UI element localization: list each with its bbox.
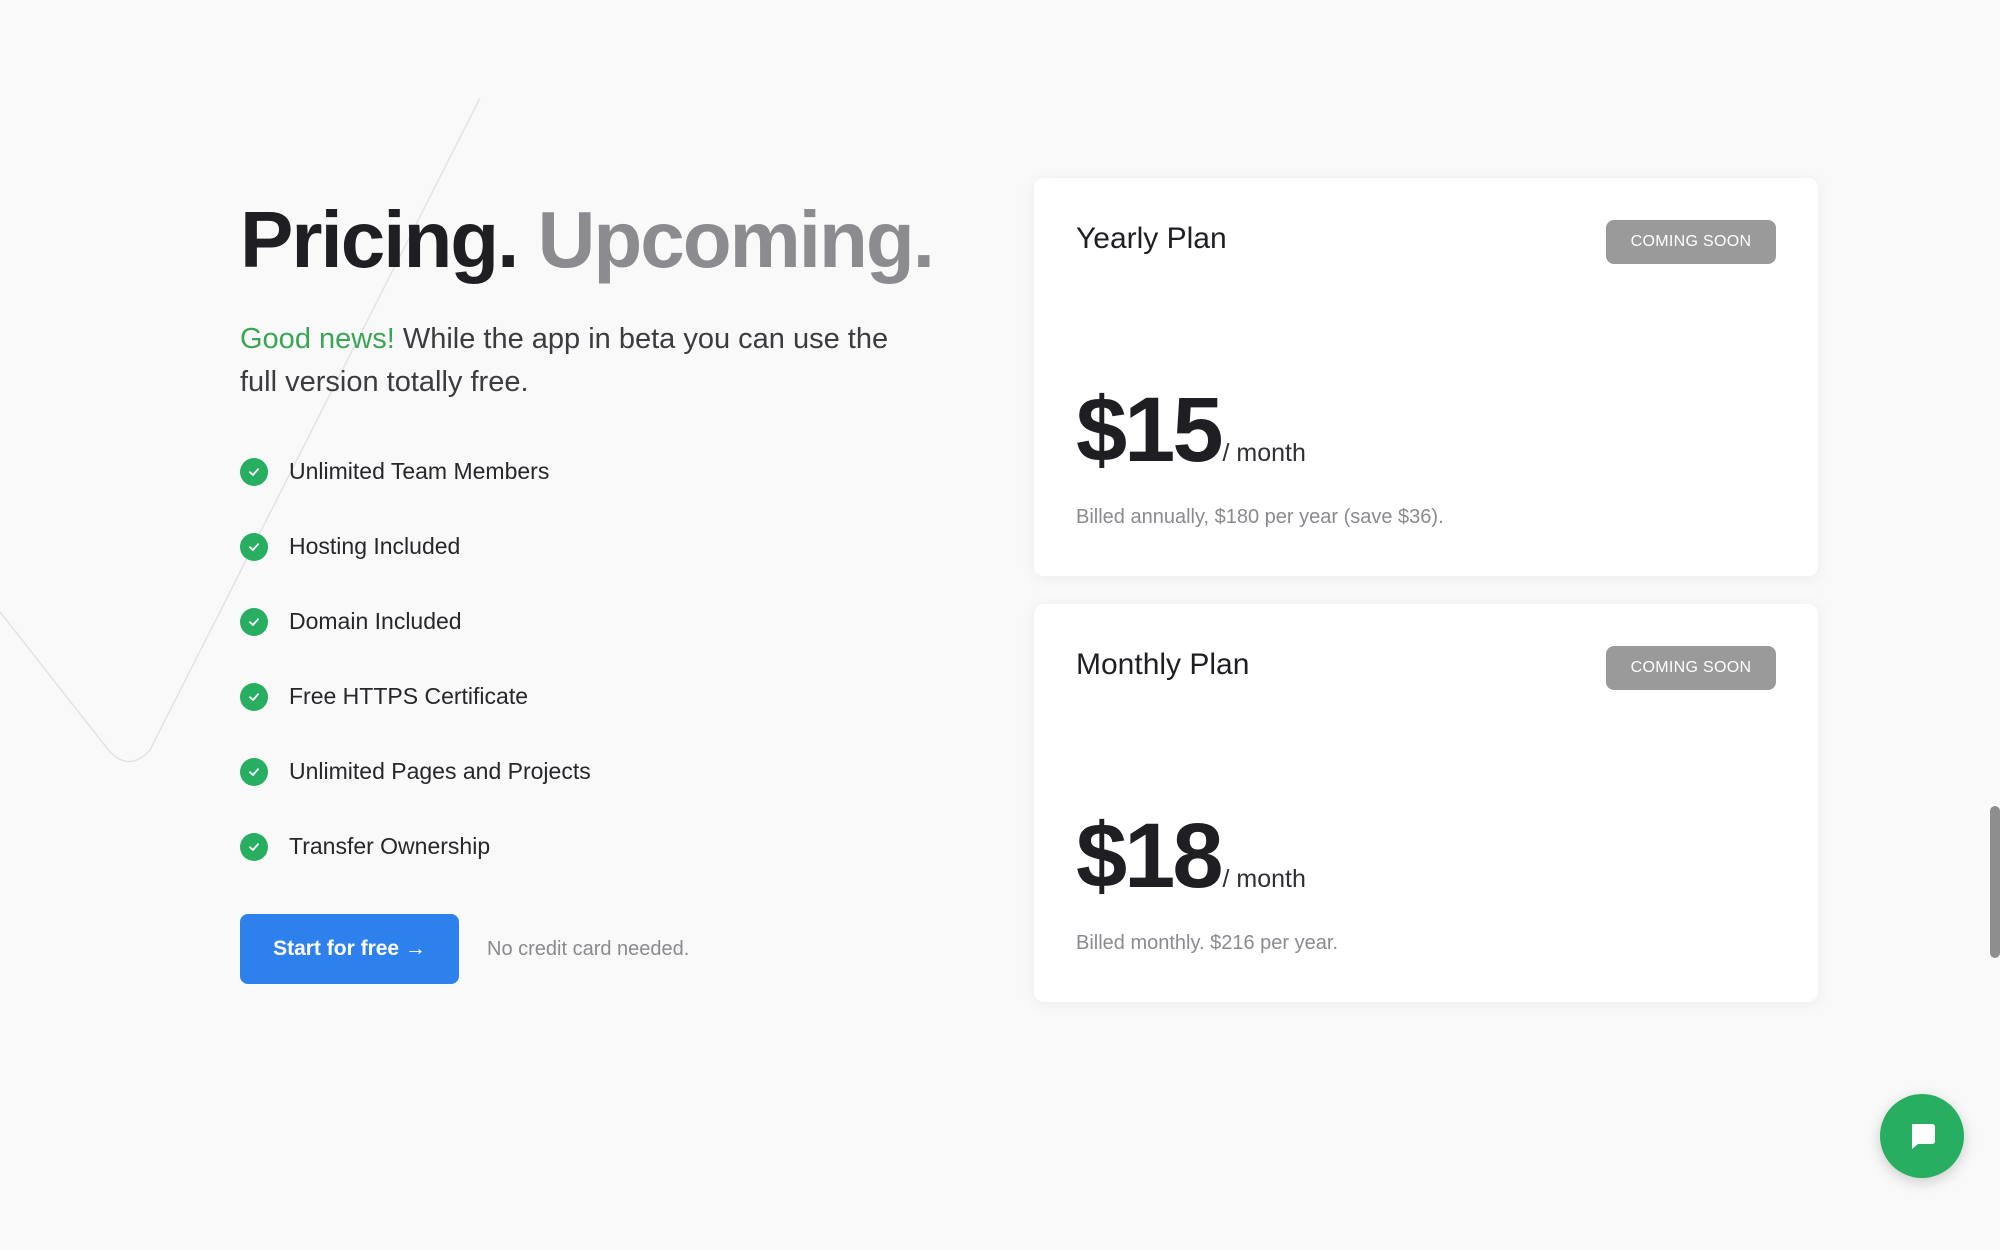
feature-label: Transfer Ownership	[289, 833, 491, 859]
plan-name: Yearly Plan	[1076, 222, 1227, 255]
feature-list: Unlimited Team Members Hosting Included …	[240, 434, 940, 884]
check-circle-icon	[240, 457, 268, 486]
title-primary: Pricing.	[240, 195, 519, 284]
cta-row: Start for free → No credit card needed.	[240, 914, 940, 984]
feature-label: Unlimited Pages and Projects	[289, 758, 591, 784]
chat-button[interactable]	[1880, 1094, 1964, 1178]
plan-price: $15	[1076, 379, 1223, 481]
billing-note: Billed monthly. $216 per year.	[1076, 932, 1339, 954]
intro-text: Good news! While the app in beta you can…	[240, 318, 900, 404]
price-row: $15 / month	[1076, 380, 1306, 480]
scrollbar-thumb[interactable]	[1990, 806, 2000, 958]
feature-label: Free HTTPS Certificate	[289, 683, 528, 709]
chat-bubble-icon	[1912, 1124, 1935, 1149]
feature-item: Unlimited Pages and Projects	[240, 734, 940, 809]
plan-period: / month	[1222, 439, 1306, 467]
pricing-intro: Pricing. Upcoming. Good news! While the …	[240, 190, 940, 984]
check-circle-icon	[240, 607, 268, 636]
coming-soon-badge: COMING SOON	[1606, 646, 1776, 690]
plan-card-monthly: Monthly Plan COMING SOON $18 / month Bil…	[1034, 604, 1818, 1002]
start-for-free-button[interactable]: Start for free →	[240, 914, 459, 984]
pricing-page: Pricing. Upcoming. Good news! While the …	[0, 0, 2000, 1250]
plan-card-yearly: Yearly Plan COMING SOON $15 / month Bill…	[1034, 178, 1818, 576]
plan-name: Monthly Plan	[1076, 648, 1250, 681]
billing-note: Billed annually, $180 per year (save $36…	[1076, 506, 1444, 528]
plan-price: $18	[1076, 805, 1223, 907]
price-row: $18 / month	[1076, 806, 1306, 906]
feature-item: Unlimited Team Members	[240, 434, 940, 509]
plan-period: / month	[1222, 865, 1306, 893]
feature-item: Hosting Included	[240, 509, 940, 584]
check-circle-icon	[240, 757, 268, 786]
intro-highlight: Good news!	[240, 323, 395, 355]
feature-item: Free HTTPS Certificate	[240, 659, 940, 734]
feature-item: Domain Included	[240, 584, 940, 659]
feature-label: Hosting Included	[289, 533, 461, 559]
check-circle-icon	[240, 532, 268, 561]
coming-soon-badge: COMING SOON	[1606, 220, 1776, 264]
page-title: Pricing. Upcoming.	[240, 190, 940, 290]
feature-label: Unlimited Team Members	[289, 458, 550, 484]
check-circle-icon	[240, 682, 268, 711]
feature-item: Transfer Ownership	[240, 809, 940, 884]
check-circle-icon	[240, 832, 268, 861]
title-secondary: Upcoming.	[537, 195, 935, 284]
cta-note: No credit card needed.	[487, 937, 690, 960]
feature-label: Domain Included	[289, 608, 462, 634]
